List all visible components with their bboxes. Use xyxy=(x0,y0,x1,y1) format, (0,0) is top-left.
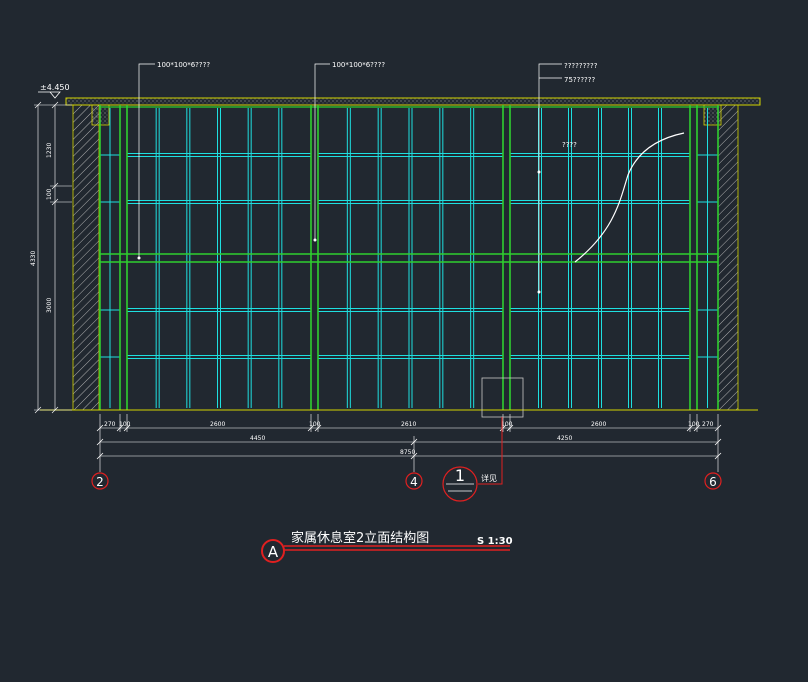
left-wall-hatch xyxy=(72,104,100,411)
callout-center: 100*100*6???? xyxy=(313,61,385,242)
top-beam xyxy=(65,97,761,106)
elevation-marker: ±4.450 xyxy=(38,83,70,99)
right-wall-hatch xyxy=(717,104,739,411)
dim-half-right: 4250 xyxy=(557,435,572,442)
callout-right: ????????? 75?????? ???? xyxy=(537,62,598,294)
dim-left-3: 3000 xyxy=(46,298,53,313)
axis-marker-4: 4 xyxy=(405,472,423,490)
callout-right-text-2: 75?????? xyxy=(564,76,595,84)
title-text: 家属休息室2立面结构图 xyxy=(291,530,429,546)
dim-bottom-4: 100 xyxy=(309,421,321,428)
dim-total: 8750 xyxy=(400,449,415,456)
dim-bottom-9: 270 xyxy=(702,421,714,428)
dim-bottom-7: 2600 xyxy=(591,421,606,428)
cad-elevation-drawing: ±4.450 100*100*6???? 100*100*6???? ?????… xyxy=(30,61,761,563)
detail-number: 1 xyxy=(455,466,465,485)
callout-center-text: 100*100*6???? xyxy=(332,61,385,69)
dim-left-1: 1230 xyxy=(46,143,53,158)
dim-bottom-6: 100 xyxy=(501,421,513,428)
axis-label-6: 6 xyxy=(709,475,717,489)
left-dimensions xyxy=(34,101,72,414)
detail-callout: 1 详见 xyxy=(442,377,524,502)
axis-label-4: 4 xyxy=(410,475,418,489)
axis-label-2: 2 xyxy=(96,475,104,489)
callout-right-text-1: ????????? xyxy=(564,62,598,70)
title-block: A 家属休息室2立面结构图 S 1:30 xyxy=(261,530,513,563)
axis-marker-2: 2 xyxy=(91,472,109,490)
dim-half-left: 4450 xyxy=(250,435,265,442)
dim-bottom-2: 100 xyxy=(119,421,131,428)
dim-left-2: 100 xyxy=(46,188,53,200)
callout-left: 100*100*6???? xyxy=(137,61,210,260)
dim-bottom-1: 270 xyxy=(104,421,116,428)
callout-left-text: 100*100*6???? xyxy=(157,61,210,69)
glass-grid xyxy=(100,108,718,408)
dim-bottom-3: 2600 xyxy=(210,421,225,428)
dim-left-total: 4330 xyxy=(30,251,37,266)
title-badge: A xyxy=(268,543,279,561)
dim-bottom-5: 2610 xyxy=(401,421,416,428)
axis-marker-6: 6 xyxy=(704,472,722,490)
curve-note-text: ???? xyxy=(562,141,577,149)
door-swing-arc xyxy=(574,132,685,263)
dim-bottom-8: 100 xyxy=(688,421,700,428)
detail-note: 详见 xyxy=(481,473,497,483)
title-scale: S 1:30 xyxy=(477,536,513,547)
elevation-text: ±4.450 xyxy=(40,83,70,92)
